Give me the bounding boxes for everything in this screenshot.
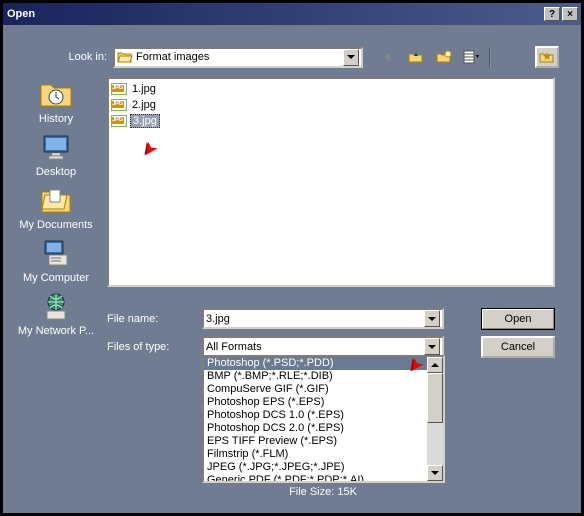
filename-field[interactable]: 3.jpg	[202, 308, 444, 329]
jpg-file-icon	[111, 115, 127, 127]
file-item[interactable]: 1.jpg	[111, 81, 551, 97]
file-item[interactable]: 2.jpg	[111, 97, 551, 113]
lookin-combo[interactable]: Format images	[113, 47, 363, 68]
place-mynet[interactable]: My Network P...	[15, 289, 97, 337]
filetype-value: All Formats	[206, 341, 424, 353]
svg-text:★: ★	[542, 51, 552, 63]
titlebar: Open ? ×	[3, 3, 581, 25]
places-bar: History Desktop My Documents My Computer My …	[15, 77, 97, 337]
filename-dropdown-button[interactable]	[424, 310, 440, 327]
window-title: Open	[7, 8, 544, 20]
format-option[interactable]: Generic PDF (*.PDF;*.PDP;*.AI)	[204, 474, 427, 481]
filetype-row: Files of type: All Formats	[107, 336, 444, 357]
mynet-icon	[39, 289, 73, 323]
filetype-label: Files of type:	[107, 341, 202, 353]
mycomp-icon	[39, 236, 73, 270]
filetype-dropdown-button[interactable]	[424, 338, 440, 355]
lookin-label: Look in:	[57, 51, 113, 63]
favorites-button[interactable]: ★	[535, 46, 559, 68]
open-dialog: Open ? × Look in: Format images	[0, 0, 584, 516]
format-option[interactable]: CompuServe GIF (*.GIF)	[204, 383, 427, 396]
file-list[interactable]: 1.jpg 2.jpg 3.jpg	[107, 77, 555, 287]
file-name: 3.jpg	[130, 114, 160, 128]
filename-row: File name: 3.jpg	[107, 308, 444, 329]
format-option[interactable]: Photoshop (*.PSD;*.PDD)	[204, 357, 427, 370]
new-folder-icon[interactable]	[433, 47, 455, 67]
place-history[interactable]: History	[15, 77, 97, 125]
jpg-file-icon	[111, 83, 127, 95]
up-one-level-icon[interactable]	[405, 47, 427, 67]
filename-label: File name:	[107, 313, 202, 325]
lookin-dropdown-button[interactable]	[343, 49, 359, 66]
filename-value: 3.jpg	[206, 313, 424, 325]
mydocs-icon	[39, 183, 73, 217]
views-icon[interactable]	[461, 47, 483, 67]
filetype-combo[interactable]: All Formats	[202, 336, 444, 357]
scroll-thumb[interactable]	[427, 373, 443, 423]
place-mydocs[interactable]: My Documents	[15, 183, 97, 231]
help-button[interactable]: ?	[544, 7, 560, 21]
format-option[interactable]: EPS TIFF Preview (*.EPS)	[204, 435, 427, 448]
place-label: History	[39, 113, 73, 125]
file-size-label: File Size: 15K	[202, 486, 444, 498]
file-item[interactable]: 3.jpg	[111, 113, 551, 129]
jpg-file-icon	[111, 99, 127, 111]
close-button[interactable]: ×	[562, 7, 578, 21]
scroll-up-button[interactable]	[427, 357, 443, 373]
lookin-value: Format images	[136, 51, 343, 63]
open-button[interactable]: Open	[481, 308, 555, 330]
dialog-body: Look in: Format images ★ History Desktop M…	[3, 25, 581, 513]
place-mycomp[interactable]: My Computer	[15, 236, 97, 284]
desktop-icon	[39, 130, 73, 164]
scroll-down-button[interactable]	[427, 465, 443, 481]
toolbar-separator	[489, 47, 491, 67]
place-label: My Network P...	[18, 325, 94, 337]
file-name: 2.jpg	[130, 99, 158, 111]
place-label: Desktop	[36, 166, 76, 178]
place-desktop[interactable]: Desktop	[15, 130, 97, 178]
format-option[interactable]: Filmstrip (*.FLM)	[204, 448, 427, 461]
format-option[interactable]: Photoshop DCS 2.0 (*.EPS)	[204, 422, 427, 435]
title-buttons: ? ×	[544, 7, 578, 21]
nav-toolbar	[377, 47, 491, 67]
format-option[interactable]: JPEG (*.JPG;*.JPEG;*.JPE)	[204, 461, 427, 474]
format-option[interactable]: Photoshop DCS 1.0 (*.EPS)	[204, 409, 427, 422]
place-label: My Documents	[19, 219, 92, 231]
folder-open-icon	[117, 49, 133, 65]
format-option[interactable]: Photoshop EPS (*.EPS)	[204, 396, 427, 409]
history-icon	[39, 77, 73, 111]
format-listbox[interactable]: Photoshop (*.PSD;*.PDD)BMP (*.BMP;*.RLE;…	[202, 355, 445, 483]
lookin-row: Look in: Format images ★	[57, 46, 559, 68]
format-option[interactable]: BMP (*.BMP;*.RLE;*.DIB)	[204, 370, 427, 383]
cancel-button[interactable]: Cancel	[481, 336, 555, 358]
back-icon[interactable]	[377, 47, 399, 67]
place-label: My Computer	[23, 272, 89, 284]
file-name: 1.jpg	[130, 83, 158, 95]
scrollbar[interactable]	[427, 357, 443, 481]
